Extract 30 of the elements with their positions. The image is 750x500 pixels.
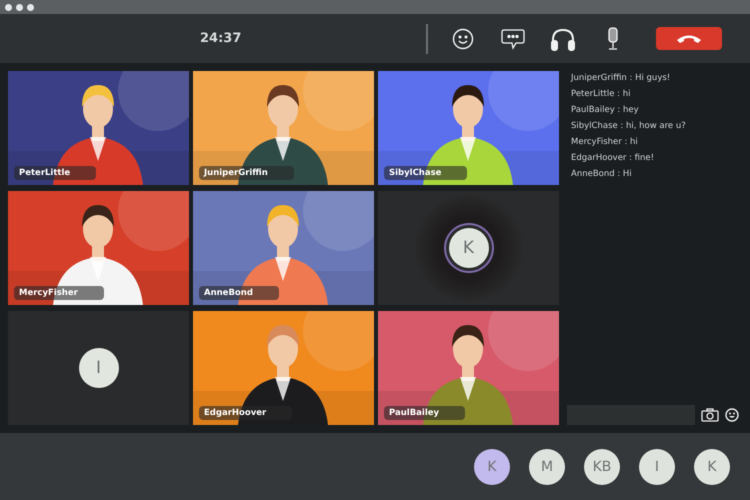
chat-message: AnneBond : Hi xyxy=(571,169,633,179)
participant-avatar: K xyxy=(448,228,488,268)
call-timer: 24:37 xyxy=(200,31,242,46)
microphone-icon xyxy=(606,26,620,50)
chat-message: EdgarHoover : fine! xyxy=(571,153,656,163)
chat-message: PeterLittle : hi xyxy=(571,89,632,99)
participant-name: JuniperGriffin xyxy=(199,166,294,180)
headphones-icon xyxy=(550,26,576,50)
participant-avatar[interactable]: I xyxy=(639,448,675,484)
camera-icon[interactable] xyxy=(701,408,719,422)
smiley-icon[interactable] xyxy=(725,408,739,422)
participant-name: PeterLittle xyxy=(14,166,96,180)
participant-avatar[interactable]: KB xyxy=(584,448,620,484)
phone-icon xyxy=(676,34,702,44)
end-call-button[interactable] xyxy=(656,27,722,50)
smiley-icon xyxy=(452,28,474,50)
participant-avatar[interactable]: K xyxy=(694,448,730,484)
participant-name: EdgarHoover xyxy=(199,406,292,420)
chat-icon xyxy=(501,28,525,50)
participant-avatar: I xyxy=(78,348,118,388)
participant-name: AnneBond xyxy=(199,286,279,300)
chat-message: MercyFisher : hi xyxy=(571,137,639,147)
chat-message: SibylChase : hi, how are u? xyxy=(571,121,687,131)
participant-avatar[interactable]: K xyxy=(474,448,510,484)
participant-name: MercyFisher xyxy=(14,286,104,300)
chat-message: PaulBailey : hey xyxy=(571,105,640,115)
participant-avatar[interactable]: M xyxy=(529,448,565,484)
participant-name: PaulBailey xyxy=(384,406,466,420)
chat-message: JuniperGriffin : Hi guys! xyxy=(571,73,672,83)
participant-name: SibylChase xyxy=(384,166,468,180)
